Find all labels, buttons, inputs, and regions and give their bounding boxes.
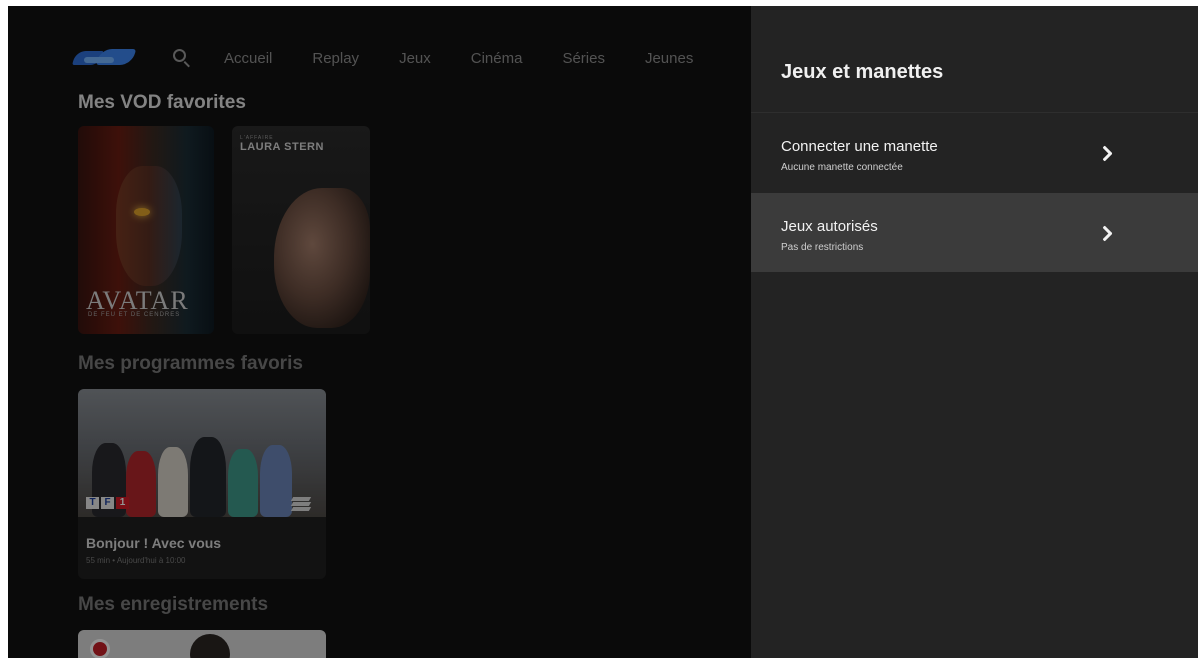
settings-side-panel: Jeux et manettes Connecter une manette A… bbox=[751, 6, 1198, 658]
section-title-programs: Mes programmes favoris bbox=[78, 353, 303, 374]
nav-item-series[interactable]: Séries bbox=[562, 50, 605, 67]
nav-items: Accueil Replay Jeux Cinéma Séries Jeunes bbox=[224, 50, 733, 67]
poster-avatar[interactable]: AVATAR DE FEU ET DE CENDRES bbox=[78, 126, 214, 334]
poster-laura-stern[interactable]: L'AFFAIRE LAURA STERN bbox=[232, 126, 370, 334]
channel-letter: 1 bbox=[116, 497, 129, 509]
recording-thumbnail bbox=[190, 634, 230, 658]
nav-item-accueil[interactable]: Accueil bbox=[224, 50, 272, 67]
poster-subtitle: DE FEU ET DE CENDRES bbox=[88, 312, 181, 318]
channel-letter: T bbox=[86, 497, 99, 509]
poster-artwork bbox=[116, 166, 182, 286]
nav-item-replay[interactable]: Replay bbox=[312, 50, 359, 67]
stack-icon bbox=[290, 497, 312, 511]
program-card[interactable]: T F 1 Bonjour ! Avec vous 55 min • Aujou… bbox=[78, 389, 326, 579]
channel-logo-tf1: T F 1 bbox=[86, 497, 131, 509]
program-meta: 55 min • Aujourd'hui à 10:00 bbox=[86, 556, 186, 565]
nav-item-jeunesse[interactable]: Jeunes bbox=[645, 50, 693, 67]
menu-item-label: Jeux autorisés bbox=[781, 218, 878, 235]
panel-title: Jeux et manettes bbox=[781, 61, 944, 83]
poster-artwork-eye bbox=[134, 208, 150, 216]
program-title: Bonjour ! Avec vous bbox=[86, 535, 222, 551]
poster-title: LAURA STERN bbox=[240, 141, 324, 153]
tv-screen: Accueil Replay Jeux Cinéma Séries Jeunes… bbox=[8, 6, 1198, 658]
record-dot-icon bbox=[90, 639, 110, 658]
top-navigation: Accueil Replay Jeux Cinéma Séries Jeunes bbox=[72, 44, 733, 72]
home-background: Accueil Replay Jeux Cinéma Séries Jeunes… bbox=[8, 6, 751, 658]
chevron-right-icon bbox=[1100, 224, 1113, 242]
poster-artwork bbox=[274, 188, 370, 328]
menu-item-label: Connecter une manette bbox=[781, 138, 938, 155]
menu-item-subtitle: Aucune manette connectée bbox=[781, 162, 903, 173]
search-icon[interactable] bbox=[170, 46, 194, 70]
section-title-vod: Mes VOD favorites bbox=[78, 92, 246, 113]
recording-card[interactable] bbox=[78, 630, 326, 658]
menu-item-connect-controller[interactable]: Connecter une manette Aucune manette con… bbox=[751, 113, 1198, 192]
menu-item-allowed-games[interactable]: Jeux autorisés Pas de restrictions bbox=[751, 193, 1198, 272]
menu-item-subtitle: Pas de restrictions bbox=[781, 242, 864, 253]
logo[interactable] bbox=[72, 45, 137, 71]
channel-letter: F bbox=[101, 497, 114, 509]
chevron-right-icon bbox=[1100, 144, 1113, 162]
section-title-recordings: Mes enregistrements bbox=[78, 594, 269, 615]
nav-item-cinema[interactable]: Cinéma bbox=[471, 50, 523, 67]
nav-item-jeux[interactable]: Jeux bbox=[399, 50, 431, 67]
